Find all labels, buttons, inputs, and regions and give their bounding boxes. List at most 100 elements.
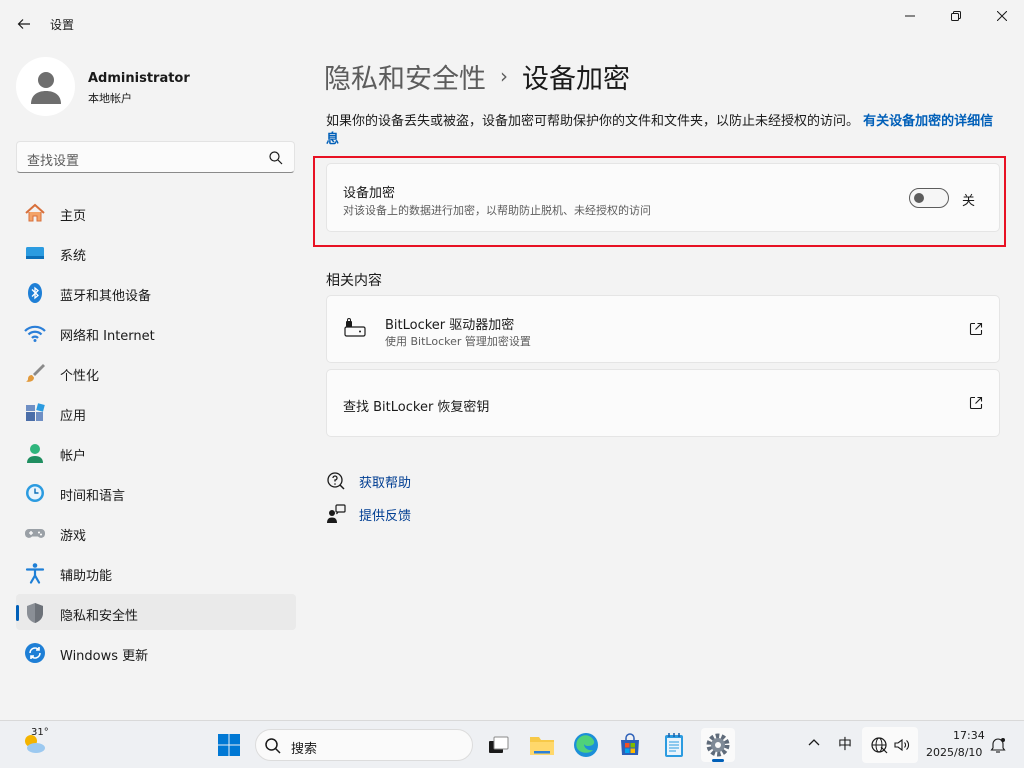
sidebar-item-label: 个性化 (60, 369, 100, 384)
sidebar-item-label: 隐私和安全性 (60, 609, 139, 624)
minimize-button[interactable] (887, 0, 933, 32)
edge-browser-icon (574, 733, 598, 757)
store-icon (621, 733, 639, 755)
taskbar: 31° 搜索 中 17:34 2025/8/10 (0, 720, 1024, 768)
update-icon (25, 643, 45, 663)
system-icon (26, 247, 44, 259)
back-button[interactable] (10, 10, 38, 38)
volume-icon (894, 738, 909, 752)
home-icon (25, 203, 45, 222)
brush-icon (26, 364, 45, 382)
sidebar-item-bluetooth[interactable]: 蓝牙和其他设备 (16, 274, 296, 310)
breadcrumb-parent[interactable]: 隐私和安全性 (324, 57, 486, 96)
sidebar-item-windows-update[interactable]: Windows 更新 (16, 634, 296, 670)
device-encryption-toggle[interactable] (909, 188, 949, 208)
device-encryption-title: 设备加密 (343, 186, 396, 201)
get-help-row[interactable]: 获取帮助 (326, 470, 411, 492)
description-text: 如果你的设备丢失或被盗，设备加密可帮助保护你的文件和文件夹，以防止未经授权的访问… (326, 114, 860, 129)
network-globe-icon (871, 737, 888, 754)
file-explorer-button[interactable] (525, 728, 559, 762)
wifi-icon (24, 325, 46, 342)
bitlocker-drive-icon (344, 318, 366, 337)
bitlocker-title: BitLocker 驱动器加密 (385, 318, 515, 333)
sidebar-item-label: 应用 (60, 409, 87, 424)
close-button[interactable] (979, 0, 1024, 32)
task-view-icon (489, 736, 509, 753)
sidebar-item-network[interactable]: 网络和 Internet (16, 314, 296, 350)
notepad-icon (665, 733, 683, 757)
account-icon (27, 444, 43, 463)
clock-time[interactable]: 17:34 (953, 729, 985, 742)
search-icon (269, 151, 283, 165)
folder-icon (530, 737, 554, 755)
chevron-up-icon[interactable] (806, 735, 822, 751)
taskbar-search[interactable]: 搜索 (255, 729, 473, 761)
related-content-heading: 相关内容 (326, 273, 382, 289)
sidebar-item-accounts[interactable]: 帐户 (16, 434, 296, 470)
restore-icon (951, 11, 961, 21)
sidebar-item-system[interactable]: 系统 (16, 234, 296, 270)
bitlocker-subtitle: 使用 BitLocker 管理加密设置 (385, 335, 531, 348)
back-arrow-icon (17, 19, 30, 29)
title-bar: 设置 (0, 0, 1024, 48)
search-icon (265, 738, 281, 754)
task-view-button[interactable] (481, 728, 515, 762)
feedback-link[interactable]: 提供反馈 (359, 505, 411, 524)
recovery-key-title: 查找 BitLocker 恢复密钥 (343, 400, 490, 415)
notification-bell-icon[interactable] (989, 736, 1007, 754)
start-button[interactable] (212, 728, 246, 762)
notepad-button[interactable] (657, 728, 691, 762)
settings-window: 设置 Administrator 本地帐户 查找设置 主页 系统 蓝牙和其他设备… (0, 0, 1024, 720)
taskbar-search-text: 搜索 (291, 742, 318, 757)
sidebar-item-label: 时间和语言 (60, 489, 126, 504)
breadcrumb-separator: › (500, 64, 508, 88)
get-help-icon (327, 472, 345, 490)
search-input[interactable]: 查找设置 (16, 141, 295, 173)
external-link-icon (969, 322, 983, 336)
sidebar-item-label: 帐户 (60, 449, 87, 464)
close-icon (997, 11, 1007, 21)
profile-account-type: 本地帐户 (88, 92, 132, 105)
page-description: 如果你的设备丢失或被盗，设备加密可帮助保护你的文件和文件夹，以防止未经授权的访问… (326, 113, 996, 149)
profile-name: Administrator (88, 71, 190, 86)
get-help-link[interactable]: 获取帮助 (359, 472, 411, 491)
gamepad-icon (25, 529, 45, 538)
sidebar-item-gaming[interactable]: 游戏 (16, 514, 296, 550)
sidebar-item-accessibility[interactable]: 辅助功能 (16, 554, 296, 590)
maximize-button[interactable] (933, 0, 979, 32)
input-method-indicator[interactable]: 中 (838, 734, 852, 754)
quick-settings-button[interactable] (862, 727, 918, 763)
shield-icon (27, 603, 43, 623)
sidebar-item-home[interactable]: 主页 (16, 194, 296, 230)
device-encryption-card: 设备加密 对该设备上的数据进行加密，以帮助防止脱机、未经授权的访问 关 (326, 163, 1000, 232)
sidebar-item-time-language[interactable]: 时间和语言 (16, 474, 296, 510)
sidebar-nav: 主页 系统 蓝牙和其他设备 网络和 Internet 个性化 应用 帐户 时间和… (16, 194, 296, 674)
time-language-icon (26, 484, 44, 502)
sidebar-item-label: Windows 更新 (60, 649, 149, 664)
sidebar-item-label: 系统 (60, 249, 87, 264)
weather-temperature: 31° (31, 727, 49, 738)
app-title: 设置 (50, 18, 75, 32)
clock-date[interactable]: 2025/8/10 (926, 746, 982, 759)
toggle-knob (914, 193, 924, 203)
user-profile[interactable]: Administrator 本地帐户 (16, 57, 296, 117)
recovery-key-card[interactable]: 查找 BitLocker 恢复密钥 (326, 369, 1000, 437)
microsoft-store-button[interactable] (613, 728, 647, 762)
sidebar-item-label: 主页 (60, 209, 87, 224)
sidebar-item-personalization[interactable]: 个性化 (16, 354, 296, 390)
sidebar-item-label: 辅助功能 (60, 569, 113, 584)
bluetooth-icon (28, 283, 42, 303)
settings-button[interactable] (701, 728, 735, 762)
device-encryption-subtitle: 对该设备上的数据进行加密，以帮助防止脱机、未经授权的访问 (343, 204, 651, 217)
windows-logo-icon (218, 734, 240, 756)
avatar (16, 57, 75, 116)
sidebar-item-label: 游戏 (60, 529, 87, 544)
edge-button[interactable] (569, 728, 603, 762)
sidebar-item-apps[interactable]: 应用 (16, 394, 296, 430)
feedback-row[interactable]: 提供反馈 (326, 503, 411, 525)
apps-icon (26, 403, 45, 421)
gear-icon (706, 733, 730, 757)
search-placeholder: 查找设置 (27, 154, 80, 169)
bitlocker-card[interactable]: BitLocker 驱动器加密 使用 BitLocker 管理加密设置 (326, 295, 1000, 363)
sidebar-item-privacy-security[interactable]: 隐私和安全性 (16, 594, 296, 630)
